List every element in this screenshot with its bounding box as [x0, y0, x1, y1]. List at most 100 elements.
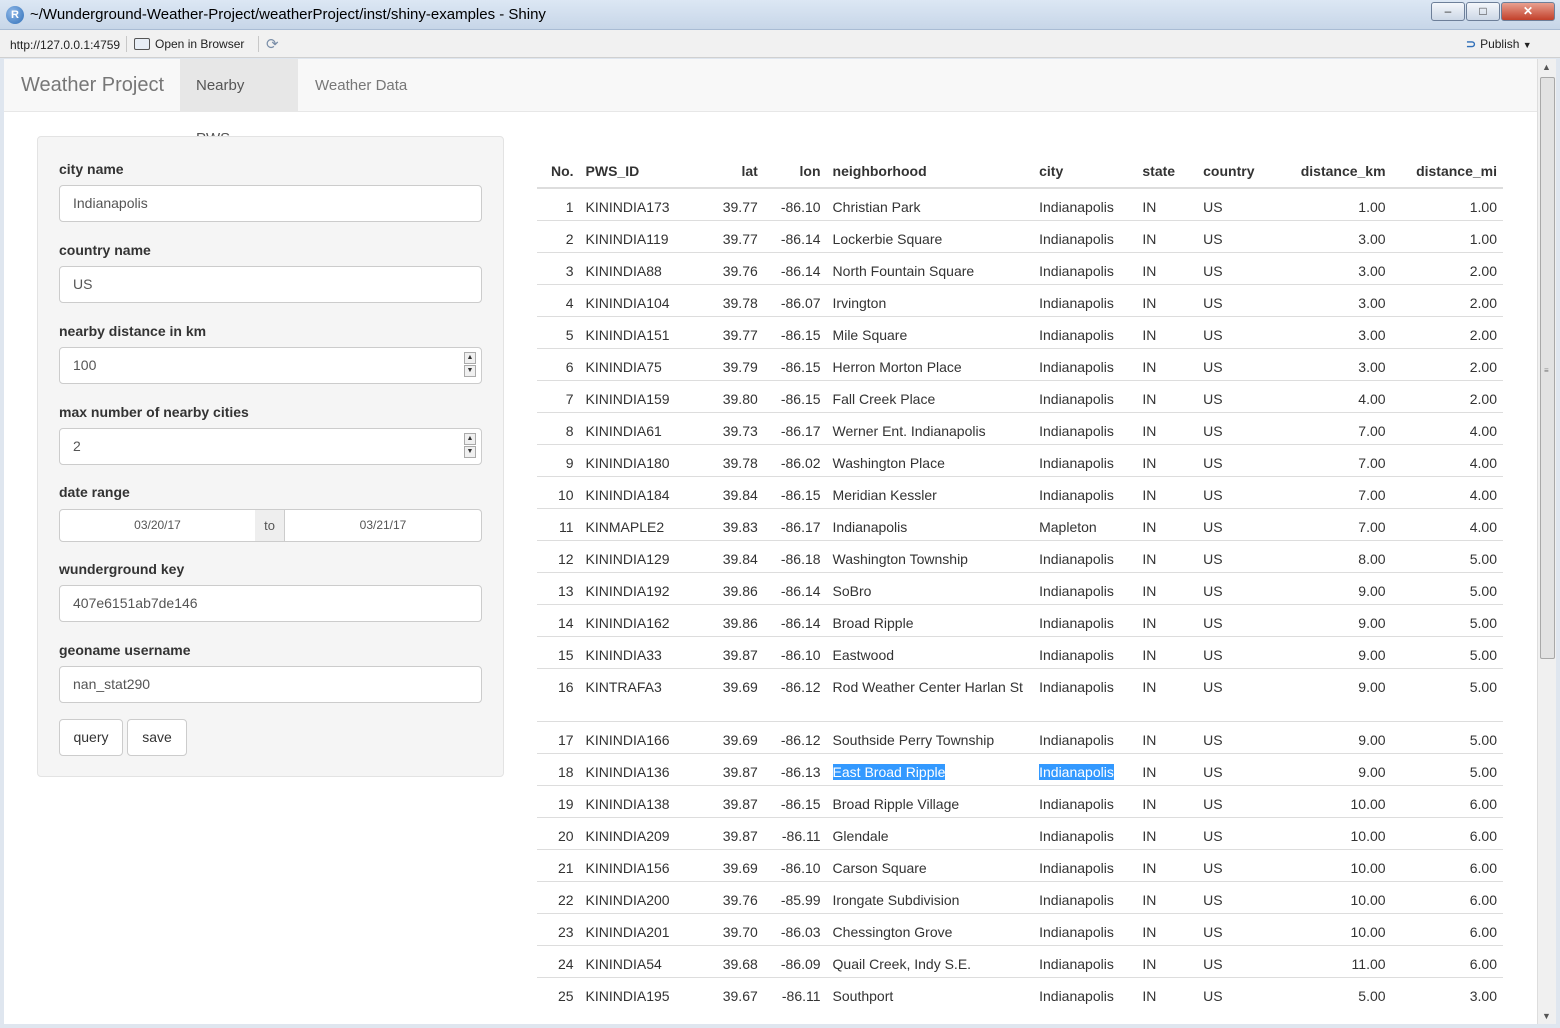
col-state-header[interactable]: state: [1136, 155, 1198, 189]
lat-cell: 39.78: [698, 283, 764, 316]
table-row[interactable]: 3 KININDIA88 39.76 -86.14 North Fountain Squ…: [537, 251, 1503, 284]
distance-km-cell: 3.00: [1278, 251, 1392, 284]
country-name-input[interactable]: US: [59, 266, 482, 303]
col-city-header[interactable]: city: [1033, 155, 1137, 189]
table-row[interactable]: 25 KININDIA195 39.67 -86.11 Southport Indiana…: [537, 976, 1503, 1009]
stepper-up-icon[interactable]: ▲: [464, 352, 476, 364]
table-row[interactable]: 16 KINTRAFA3 39.69 -86.12 Rod Weather Center…: [537, 667, 1503, 721]
pws-id-cell: KININDIA61: [579, 411, 699, 444]
table-row[interactable]: 8 KININDIA61 39.73 -86.17 Werner Ent. Indian…: [537, 411, 1503, 444]
geoname-username-label: geoname username: [59, 642, 191, 658]
open-in-browser-button[interactable]: Open in Browser: [134, 37, 244, 51]
maximize-button[interactable]: □: [1466, 2, 1500, 21]
save-button[interactable]: save: [127, 719, 187, 756]
brand-title: Weather Project: [21, 74, 165, 96]
no-cell: 15: [537, 635, 580, 668]
col-distance-mi-header[interactable]: distance_mi: [1391, 155, 1503, 189]
lat-cell: 39.77: [698, 219, 764, 252]
lon-cell: -86.14: [763, 603, 827, 636]
lat-cell: 39.69: [698, 848, 764, 881]
table-row[interactable]: 20 KININDIA209 39.87 -86.11 Glendale Indianap…: [537, 816, 1503, 849]
table-row[interactable]: 22 KININDIA200 39.76 -85.99 Irongate Subdivi…: [537, 880, 1503, 913]
col-lat-header[interactable]: lat: [698, 155, 764, 189]
table-row[interactable]: 15 KININDIA33 39.87 -86.10 Eastwood Indianapo…: [537, 635, 1503, 668]
table-row[interactable]: 21 KININDIA156 39.69 -86.10 Carson Square Ind…: [537, 848, 1503, 881]
lon-cell: -86.15: [763, 784, 827, 817]
table-row[interactable]: 11 KINMAPLE2 39.83 -86.17 Indianapolis Maplet…: [537, 507, 1503, 540]
table-row[interactable]: 17 KININDIA166 39.69 -86.12 Southside Perry …: [537, 720, 1503, 753]
stepper-down-icon[interactable]: ▼: [464, 365, 476, 377]
city-name-input[interactable]: Indianapolis: [59, 185, 482, 222]
table-row[interactable]: 12 KININDIA129 39.84 -86.18 Washington Towns…: [537, 539, 1503, 572]
max-cities-stepper[interactable]: ▲ ▼: [464, 433, 476, 459]
date-end-input[interactable]: 03/21/17: [284, 509, 482, 542]
distance-km-cell: 9.00: [1278, 635, 1392, 668]
state-cell: IN: [1136, 944, 1198, 977]
state-cell: IN: [1136, 539, 1198, 572]
state-cell: IN: [1136, 667, 1198, 721]
distance-stepper[interactable]: ▲ ▼: [464, 352, 476, 378]
pws-id-cell: KININDIA104: [579, 283, 699, 316]
close-button[interactable]: ✕: [1501, 2, 1555, 21]
table-row[interactable]: 2 KININDIA119 39.77 -86.14 Lockerbie Square I…: [537, 219, 1503, 252]
col-distance-km-header[interactable]: distance_km: [1278, 155, 1392, 189]
table-row[interactable]: 19 KININDIA138 39.87 -86.15 Broad Ripple Vil…: [537, 784, 1503, 817]
stepper-down-icon[interactable]: ▼: [464, 446, 476, 458]
state-cell: IN: [1136, 816, 1198, 849]
geoname-username-input[interactable]: nan_stat290: [59, 666, 482, 703]
col-country-header[interactable]: country: [1197, 155, 1279, 189]
table-row[interactable]: 6 KININDIA75 39.79 -86.15 Herron Morton Plac…: [537, 347, 1503, 380]
country-cell: US: [1197, 944, 1279, 977]
neighborhood-cell: Broad Ripple: [826, 603, 1034, 636]
table-row[interactable]: 10 KININDIA184 39.84 -86.15 Meridian Kessler…: [537, 475, 1503, 508]
scroll-up-icon[interactable]: ▲: [1542, 62, 1551, 72]
distance-mi-cell: 2.00: [1391, 251, 1503, 284]
tab-nearby-pws[interactable]: Nearby PWS: [180, 59, 298, 147]
table-row[interactable]: 4 KININDIA104 39.78 -86.07 Irvington Indianap…: [537, 283, 1503, 316]
lat-cell: 39.83: [698, 507, 764, 540]
chevron-down-icon: ▼: [1522, 40, 1532, 50]
state-cell: IN: [1136, 283, 1198, 316]
tab-weather-data[interactable]: Weather Data: [299, 59, 423, 112]
table-row[interactable]: 18 KININDIA136 39.87 -86.13 East Broad Rippl…: [537, 752, 1503, 785]
city-cell: Indianapolis: [1033, 187, 1137, 220]
lon-cell: -86.02: [763, 443, 827, 476]
publish-label: Publish: [1480, 37, 1520, 51]
table-row[interactable]: 5 KININDIA151 39.77 -86.15 Mile Square Indian…: [537, 315, 1503, 348]
distance-km-cell: 9.00: [1278, 667, 1392, 721]
table-row[interactable]: 9 KININDIA180 39.78 -86.02 Washington Place I…: [537, 443, 1503, 476]
minimize-button[interactable]: –: [1431, 2, 1465, 21]
pws-id-cell: KININDIA151: [579, 315, 699, 348]
lon-cell: -86.15: [763, 315, 827, 348]
vertical-scrollbar[interactable]: ▲ ≡ ▼: [1537, 59, 1556, 1024]
max-cities-input[interactable]: 2 ▲ ▼: [59, 428, 482, 465]
col-no-header[interactable]: No.: [537, 155, 580, 189]
neighborhood-cell: Rod Weather Center Harlan St: [826, 667, 1034, 721]
col-pws-id-header[interactable]: PWS_ID: [579, 155, 699, 189]
scroll-down-icon[interactable]: ▼: [1542, 1011, 1551, 1021]
publish-button[interactable]: ⊃ Publish ▼: [1466, 37, 1532, 51]
table-row[interactable]: 24 KININDIA54 39.68 -86.09 Quail Creek, Indy…: [537, 944, 1503, 977]
scrollbar-thumb[interactable]: ≡: [1540, 77, 1555, 659]
table-row[interactable]: 1 KININDIA173 39.77 -86.10 Christian Park Ind…: [537, 187, 1503, 220]
country-cell: US: [1197, 880, 1279, 913]
table-row[interactable]: 13 KININDIA192 39.86 -86.14 SoBro Indianapoli…: [537, 571, 1503, 604]
max-cities-value: 2: [73, 438, 81, 454]
query-button[interactable]: query: [59, 719, 123, 756]
city-cell: Indianapolis: [1033, 752, 1137, 785]
wunderground-key-input[interactable]: 407e6151ab7de146: [59, 585, 482, 622]
state-cell: IN: [1136, 411, 1198, 444]
country-cell: US: [1197, 411, 1279, 444]
neighborhood-cell: Broad Ripple Village: [826, 784, 1034, 817]
table-row[interactable]: 7 KININDIA159 39.80 -86.15 Fall Creek Place I…: [537, 379, 1503, 412]
col-lon-header[interactable]: lon: [763, 155, 827, 189]
stepper-up-icon[interactable]: ▲: [464, 433, 476, 445]
date-start-input[interactable]: 03/20/17: [59, 509, 256, 542]
nearby-distance-input[interactable]: 100 ▲ ▼: [59, 347, 482, 384]
table-row[interactable]: 23 KININDIA201 39.70 -86.03 Chessington Grov…: [537, 912, 1503, 945]
table-row[interactable]: 14 KININDIA162 39.86 -86.14 Broad Ripple Indi…: [537, 603, 1503, 636]
refresh-icon[interactable]: ⟳: [266, 35, 279, 53]
col-neighborhood-header[interactable]: neighborhood: [826, 155, 1034, 189]
distance-km-cell: 8.00: [1278, 539, 1392, 572]
city-cell: Indianapolis: [1033, 667, 1137, 721]
